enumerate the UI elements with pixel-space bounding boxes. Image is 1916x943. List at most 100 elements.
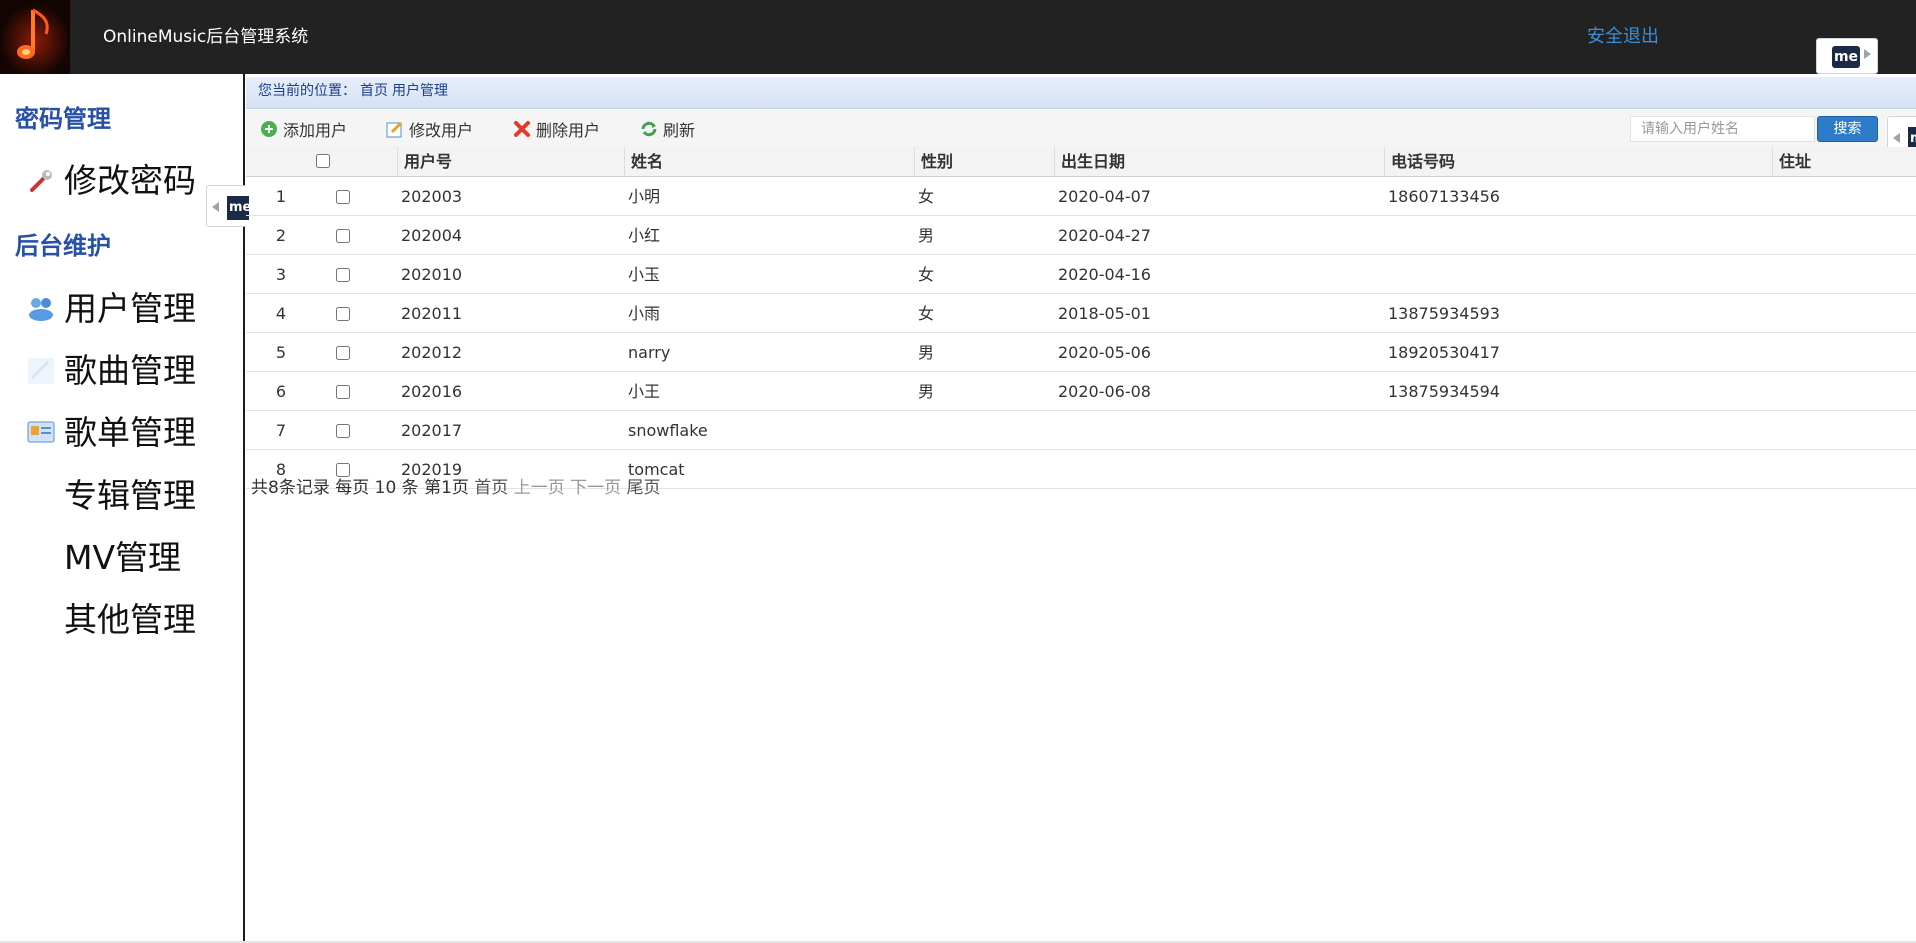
cell-addr	[1776, 177, 1916, 216]
cell-phone: 18920530417	[1388, 343, 1500, 362]
table-header: 用户号 姓名 性别 出生日期 电话号码 住址	[246, 147, 1916, 177]
cell-n: 7	[275, 421, 287, 440]
delete-user-button[interactable]: 删除用户	[513, 118, 600, 140]
cell-sex: 男	[918, 226, 935, 245]
cell-birth: 2020-04-07	[1058, 187, 1151, 206]
sidebar-item-albums[interactable]: 专辑管理	[26, 474, 196, 518]
sidebar-item-label: 用户管理	[64, 289, 196, 328]
sidebar-item-label: 专辑管理	[64, 476, 196, 515]
cell-n: 3	[275, 265, 287, 284]
row-checkbox[interactable]	[336, 268, 350, 282]
sidebar-section-password: 密码管理	[15, 105, 111, 133]
arrow-left-icon	[1893, 133, 1900, 143]
cell-n: 2	[275, 226, 287, 245]
table-row[interactable]: 4 202011 小雨 女 2018-05-01 13875934593	[246, 294, 1916, 333]
sidebar-item-mv[interactable]: MV管理	[26, 536, 181, 580]
table-row[interactable]: 3 202010 小玉 女 2020-04-16	[246, 255, 1916, 294]
refresh-button[interactable]: 刷新	[640, 118, 695, 140]
breadcrumb: 您当前的位置： 首页 用户管理	[246, 77, 1916, 109]
row-checkbox[interactable]	[336, 385, 350, 399]
refresh-label: 刷新	[663, 121, 696, 140]
table-row[interactable]: 7 202017 snowflake	[246, 411, 1916, 450]
header-user-id[interactable]: 用户号	[397, 147, 624, 177]
sidebar-item-songs[interactable]: 歌曲管理	[26, 349, 196, 393]
header-rownum	[246, 147, 316, 177]
cell-id: 202012	[401, 343, 463, 362]
wrench-icon	[26, 166, 56, 196]
me-extension-badge[interactable]: me	[206, 185, 249, 227]
pagination: 共8条记录 每页 10 条 第1页 首页 上一页 下一页 尾页	[251, 476, 661, 500]
sidebar-item-label: 歌单管理	[64, 413, 196, 452]
breadcrumb-current: 用户管理	[392, 83, 448, 99]
header-birth[interactable]: 出生日期	[1054, 147, 1384, 177]
cell-sex	[918, 450, 1054, 489]
row-checkbox[interactable]	[336, 346, 350, 360]
edit-user-button[interactable]: 修改用户	[386, 118, 473, 140]
sidebar-item-change-password[interactable]: 修改密码	[26, 159, 196, 203]
cell-birth: 2020-04-27	[1058, 226, 1151, 245]
breadcrumb-home[interactable]: 首页	[360, 83, 388, 99]
arrow-left-icon	[212, 202, 219, 212]
search-button[interactable]: 搜索	[1817, 116, 1878, 142]
pager-next[interactable]: 下一页	[570, 478, 621, 498]
cell-phone	[1388, 216, 1772, 255]
header-name[interactable]: 姓名	[624, 147, 914, 177]
cell-sex: 男	[918, 343, 935, 362]
music-note-logo	[0, 0, 70, 74]
add-user-label: 添加用户	[283, 121, 348, 140]
cell-phone: 18607133456	[1388, 187, 1500, 206]
pager-last[interactable]: 尾页	[627, 478, 661, 498]
sidebar-item-users[interactable]: 用户管理	[26, 287, 196, 331]
sidebar-item-label: MV管理	[64, 538, 182, 577]
me-icon: me	[1832, 46, 1860, 68]
cell-phone: 13875934594	[1388, 382, 1500, 401]
logout-link[interactable]: 安全退出	[1587, 26, 1659, 48]
cell-phone	[1388, 411, 1772, 450]
header-sex[interactable]: 性别	[914, 147, 1054, 177]
add-user-button[interactable]: 添加用户	[260, 118, 347, 140]
edit-icon	[386, 120, 404, 138]
sidebar-item-other[interactable]: 其他管理	[26, 598, 196, 642]
cell-name: 小王	[628, 382, 661, 401]
cell-id: 202016	[401, 382, 463, 401]
cell-sex: 女	[918, 265, 935, 284]
table-row[interactable]: 2 202004 小红 男 2020-04-27	[246, 216, 1916, 255]
cell-id: 202017	[401, 421, 463, 440]
search-input[interactable]	[1630, 116, 1815, 142]
cell-n: 4	[275, 304, 287, 323]
cell-addr	[1776, 216, 1916, 255]
row-checkbox[interactable]	[336, 229, 350, 243]
cell-addr	[1776, 372, 1916, 411]
cell-birth: 2020-05-06	[1058, 343, 1151, 362]
cell-sex: 女	[918, 187, 935, 206]
sidebar: 密码管理 修改密码 后台维护 用户管理 歌曲管理 歌单管理 专辑管理 MV管理 …	[0, 74, 249, 943]
row-checkbox[interactable]	[336, 190, 350, 204]
cell-name: 小明	[628, 187, 661, 206]
table-row[interactable]: 6 202016 小王 男 2020-06-08 13875934594	[246, 372, 1916, 411]
cell-id: 202004	[401, 226, 463, 245]
select-all-checkbox[interactable]	[316, 154, 330, 168]
row-checkbox[interactable]	[336, 463, 350, 477]
delete-user-label: 删除用户	[536, 121, 601, 140]
cell-addr	[1776, 450, 1916, 489]
table-row[interactable]: 1 202003 小明 女 2020-04-07 18607133456	[246, 177, 1916, 216]
toolbar: 添加用户 修改用户 删除用户 刷新 搜索 me	[246, 110, 1916, 158]
cell-phone: 13875934593	[1388, 304, 1500, 323]
table-row[interactable]: 5 202012 narry 男 2020-05-06 18920530417	[246, 333, 1916, 372]
me-extension-badge[interactable]: me	[1816, 38, 1878, 74]
header-phone[interactable]: 电话号码	[1384, 147, 1772, 177]
header-address[interactable]: 住址	[1772, 147, 1916, 177]
pager-first[interactable]: 首页	[474, 478, 508, 498]
cell-sex	[918, 411, 1054, 450]
main-panel: 您当前的位置：首页用户管理 添加用户 修改用户 删除用户 刷新 搜索 me	[246, 74, 1916, 943]
edit-user-label: 修改用户	[409, 121, 474, 140]
pager-prev[interactable]: 上一页	[514, 478, 565, 498]
delete-icon	[513, 120, 531, 138]
top-header: OnlineMusic后台管理系统 安全退出 me	[0, 0, 1916, 74]
users-icon	[26, 294, 56, 324]
cell-birth: 2018-05-01	[1058, 304, 1151, 323]
row-checkbox[interactable]	[336, 307, 350, 321]
cell-name: 小红	[628, 226, 661, 245]
sidebar-item-playlists[interactable]: 歌单管理	[26, 411, 196, 455]
row-checkbox[interactable]	[336, 424, 350, 438]
